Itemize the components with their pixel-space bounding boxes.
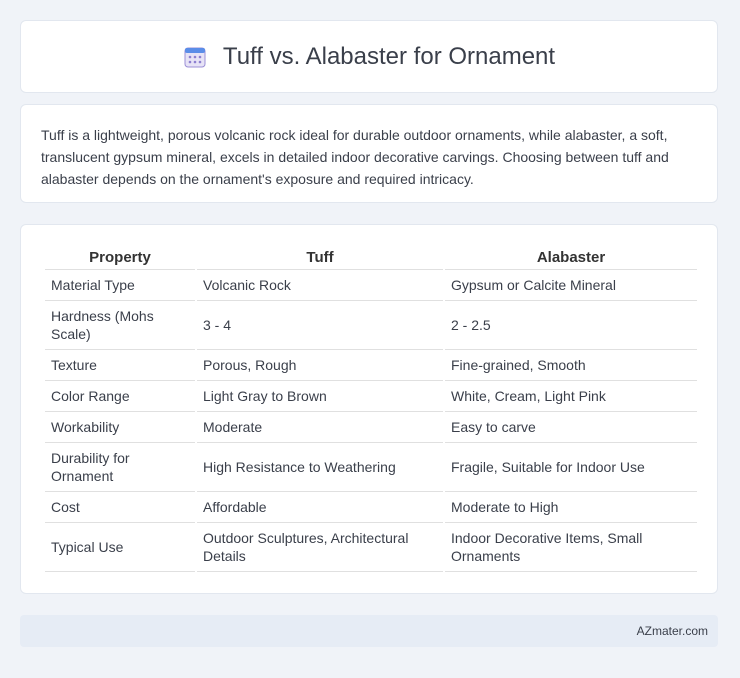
comparison-table: Property Tuff Alabaster Material Type Vo… — [43, 245, 699, 572]
table-cell: Fragile, Suitable for Indoor Use — [445, 443, 697, 492]
table-cell: Fine-grained, Smooth — [445, 350, 697, 381]
table-cell: Outdoor Sculptures, Architectural Detail… — [197, 523, 443, 572]
table-row: Hardness (Mohs Scale) 3 - 4 2 - 2.5 — [45, 301, 697, 350]
page-title: Tuff vs. Alabaster for Ornament — [222, 42, 556, 70]
table-cell: 2 - 2.5 — [445, 301, 697, 350]
footer-brand: AZmater.com — [636, 624, 708, 638]
table-cell: Gypsum or Calcite Mineral — [445, 270, 697, 301]
title-card: Tuff vs. Alabaster for Ornament — [20, 20, 718, 93]
table-cell: Color Range — [45, 381, 195, 412]
column-header-alabaster: Alabaster — [445, 245, 697, 270]
column-header-property: Property — [45, 245, 195, 270]
footer-bar: AZmater.com — [20, 615, 718, 647]
table-cell: Workability — [45, 412, 195, 443]
calendar-icon — [183, 45, 207, 69]
table-cell: Indoor Decorative Items, Small Ornaments — [445, 523, 697, 572]
table-row: Texture Porous, Rough Fine-grained, Smoo… — [45, 350, 697, 381]
table-cell: Easy to carve — [445, 412, 697, 443]
table-cell: Light Gray to Brown — [197, 381, 443, 412]
intro-card: Tuff is a lightweight, porous volcanic r… — [20, 104, 718, 203]
table-row: Durability for Ornament High Resistance … — [45, 443, 697, 492]
table-cell: Cost — [45, 492, 195, 523]
intro-text: Tuff is a lightweight, porous volcanic r… — [41, 127, 669, 187]
column-header-tuff: Tuff — [197, 245, 443, 270]
table-cell: Typical Use — [45, 523, 195, 572]
table-row: Cost Affordable Moderate to High — [45, 492, 697, 523]
table-cell: Porous, Rough — [197, 350, 443, 381]
table-cell: Material Type — [45, 270, 195, 301]
table-cell: Durability for Ornament — [45, 443, 195, 492]
table-cell: White, Cream, Light Pink — [445, 381, 697, 412]
table-card: Property Tuff Alabaster Material Type Vo… — [20, 224, 718, 594]
table-cell: High Resistance to Weathering — [197, 443, 443, 492]
table-cell: Volcanic Rock — [197, 270, 443, 301]
table-cell: 3 - 4 — [197, 301, 443, 350]
title-wrap: Tuff vs. Alabaster for Ornament — [183, 43, 555, 71]
table-cell: Moderate — [197, 412, 443, 443]
table-row: Material Type Volcanic Rock Gypsum or Ca… — [45, 270, 697, 301]
table-cell: Moderate to High — [445, 492, 697, 523]
table-row: Color Range Light Gray to Brown White, C… — [45, 381, 697, 412]
table-header-row: Property Tuff Alabaster — [45, 245, 697, 270]
table-cell: Texture — [45, 350, 195, 381]
table-row: Workability Moderate Easy to carve — [45, 412, 697, 443]
table-cell: Affordable — [197, 492, 443, 523]
table-cell: Hardness (Mohs Scale) — [45, 301, 195, 350]
table-row: Typical Use Outdoor Sculptures, Architec… — [45, 523, 697, 572]
